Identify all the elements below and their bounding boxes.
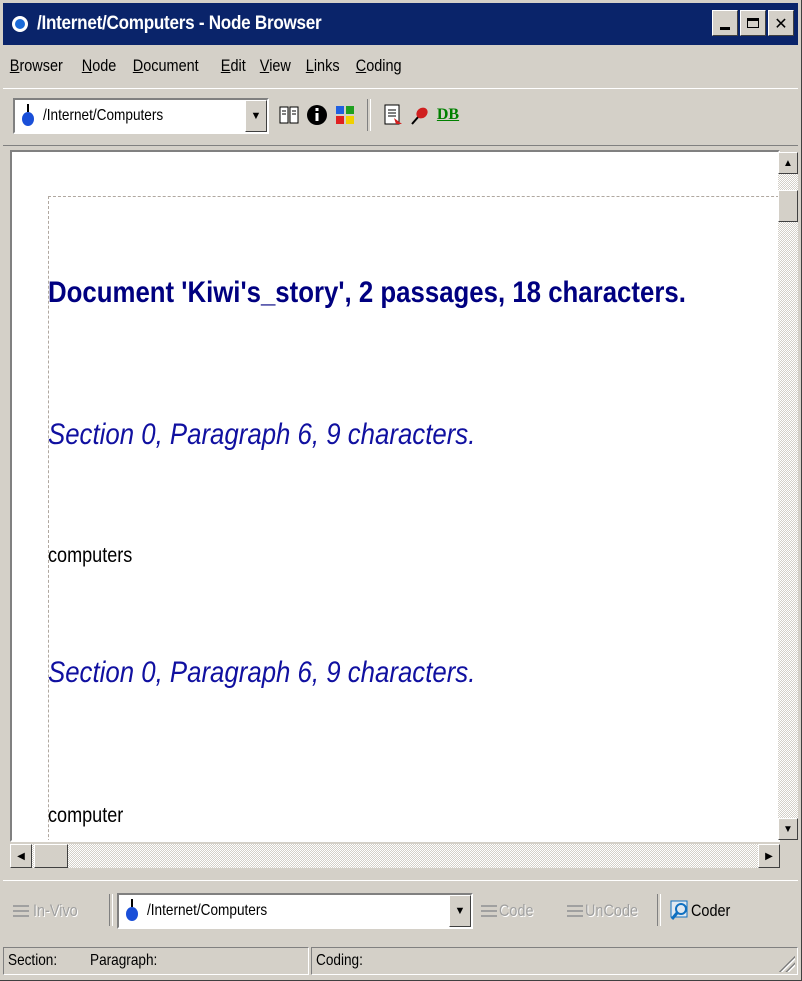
uncode-label: UnCode <box>585 901 639 920</box>
report-button[interactable] <box>381 103 405 127</box>
passage-text[interactable]: computers <box>48 544 132 568</box>
toolbar-separator <box>657 894 661 926</box>
info-icon <box>307 105 327 125</box>
document-report-icon <box>384 104 402 125</box>
coding-node-path-value: /Internet/Computers <box>147 902 268 919</box>
lines-icon <box>481 905 497 917</box>
node-pin-icon <box>22 104 34 126</box>
resize-grip-icon[interactable] <box>779 956 795 972</box>
maximize-icon <box>747 18 759 28</box>
menu-edit[interactable]: Edit <box>214 56 253 76</box>
code-button[interactable]: Code <box>477 893 557 927</box>
document-view[interactable]: Document 'Kiwi's_story', 2 passages, 18 … <box>10 150 780 842</box>
coder-button[interactable]: Coder <box>665 893 755 927</box>
menu-browser[interactable]: Browser <box>3 56 70 76</box>
menu-view[interactable]: View <box>253 56 298 76</box>
arrow-left-icon: ◀ <box>17 850 25 862</box>
coding-node-combo[interactable]: /Internet/Computers ▼ <box>117 893 473 929</box>
scroll-up-button[interactable]: ▲ <box>778 152 798 174</box>
menu-coding[interactable]: Coding <box>349 56 408 76</box>
passage-heading: Section 0, Paragraph 6, 9 characters. <box>48 656 476 689</box>
scroll-down-button[interactable]: ▼ <box>778 818 798 840</box>
vertical-scrollbar[interactable]: ▲ ▼ <box>778 152 798 840</box>
code-label: Code <box>499 901 534 920</box>
scroll-left-button[interactable]: ◀ <box>10 844 32 868</box>
toolbar-separator <box>109 894 113 926</box>
minimize-button[interactable] <box>712 10 738 36</box>
status-paragraph-label: Paragraph: <box>90 952 158 969</box>
db-icon: DB <box>436 106 460 123</box>
chevron-down-icon: ▼ <box>250 110 262 122</box>
minimize-icon <box>720 26 730 30</box>
coding-node-dropdown-button[interactable]: ▼ <box>449 895 471 927</box>
window-title: /Internet/Computers - Node Browser <box>37 13 322 34</box>
node-pin-icon <box>126 899 138 921</box>
invivo-button[interactable]: In-Vivo <box>9 893 105 927</box>
passage-text[interactable]: computer <box>48 804 123 828</box>
arrow-down-icon: ▼ <box>783 823 793 835</box>
node-browser-window: /Internet/Computers - Node Browser ✕ Bro… <box>0 0 802 981</box>
palette-button[interactable] <box>333 103 357 127</box>
document-heading: Document 'Kiwi's_story', 2 passages, 18 … <box>48 276 686 309</box>
status-bar: Section: Paragraph: Coding: <box>3 945 798 977</box>
scroll-right-button[interactable]: ▶ <box>758 844 780 868</box>
lines-icon <box>13 905 29 917</box>
node-path-dropdown-button[interactable]: ▼ <box>245 100 267 132</box>
book-button[interactable] <box>277 103 301 127</box>
pin-node-button[interactable] <box>407 103 431 127</box>
info-button[interactable] <box>305 103 329 127</box>
status-coding-panel: Coding: <box>311 947 798 975</box>
arrow-right-icon: ▶ <box>765 850 773 862</box>
invivo-label: In-Vivo <box>33 901 78 920</box>
status-section-panel: Section: Paragraph: <box>3 947 309 975</box>
node-icon <box>12 16 28 32</box>
menu-document[interactable]: Document <box>126 56 205 76</box>
menu-links[interactable]: Links <box>299 56 346 76</box>
book-icon <box>279 106 299 124</box>
uncode-button[interactable]: UnCode <box>563 893 653 927</box>
color-squares-icon <box>336 106 354 124</box>
menu-node[interactable]: Node <box>75 56 123 76</box>
window-controls: ✕ <box>712 10 794 36</box>
lines-icon <box>567 905 583 917</box>
status-section-label: Section: <box>8 952 58 969</box>
toolbar-separator <box>367 99 371 131</box>
node-path-combo[interactable]: /Internet/Computers ▼ <box>13 98 269 134</box>
node-path-value: /Internet/Computers <box>43 107 164 124</box>
database-button[interactable]: DB <box>433 103 463 127</box>
title-bar[interactable]: /Internet/Computers - Node Browser ✕ <box>3 3 798 45</box>
arrow-up-icon: ▲ <box>783 157 793 169</box>
pushpin-icon <box>411 107 428 125</box>
status-coding-label: Coding: <box>316 952 363 969</box>
chevron-down-icon: ▼ <box>454 905 466 917</box>
close-button[interactable]: ✕ <box>768 10 794 36</box>
coder-label: Coder <box>691 901 731 920</box>
menu-bar: Browser Node Document Edit View Links Co… <box>3 47 798 85</box>
magnifier-icon <box>670 900 688 920</box>
maximize-button[interactable] <box>740 10 766 36</box>
vertical-scroll-thumb[interactable] <box>778 190 798 222</box>
toolbar: /Internet/Computers ▼ DB <box>3 88 798 146</box>
horizontal-scroll-thumb[interactable] <box>34 844 68 868</box>
coding-bar: In-Vivo /Internet/Computers ▼ Code UnCod… <box>3 880 798 939</box>
passage-heading: Section 0, Paragraph 6, 9 characters. <box>48 418 476 451</box>
close-icon: ✕ <box>774 13 788 33</box>
horizontal-scrollbar[interactable]: ◀ ▶ <box>10 844 780 868</box>
